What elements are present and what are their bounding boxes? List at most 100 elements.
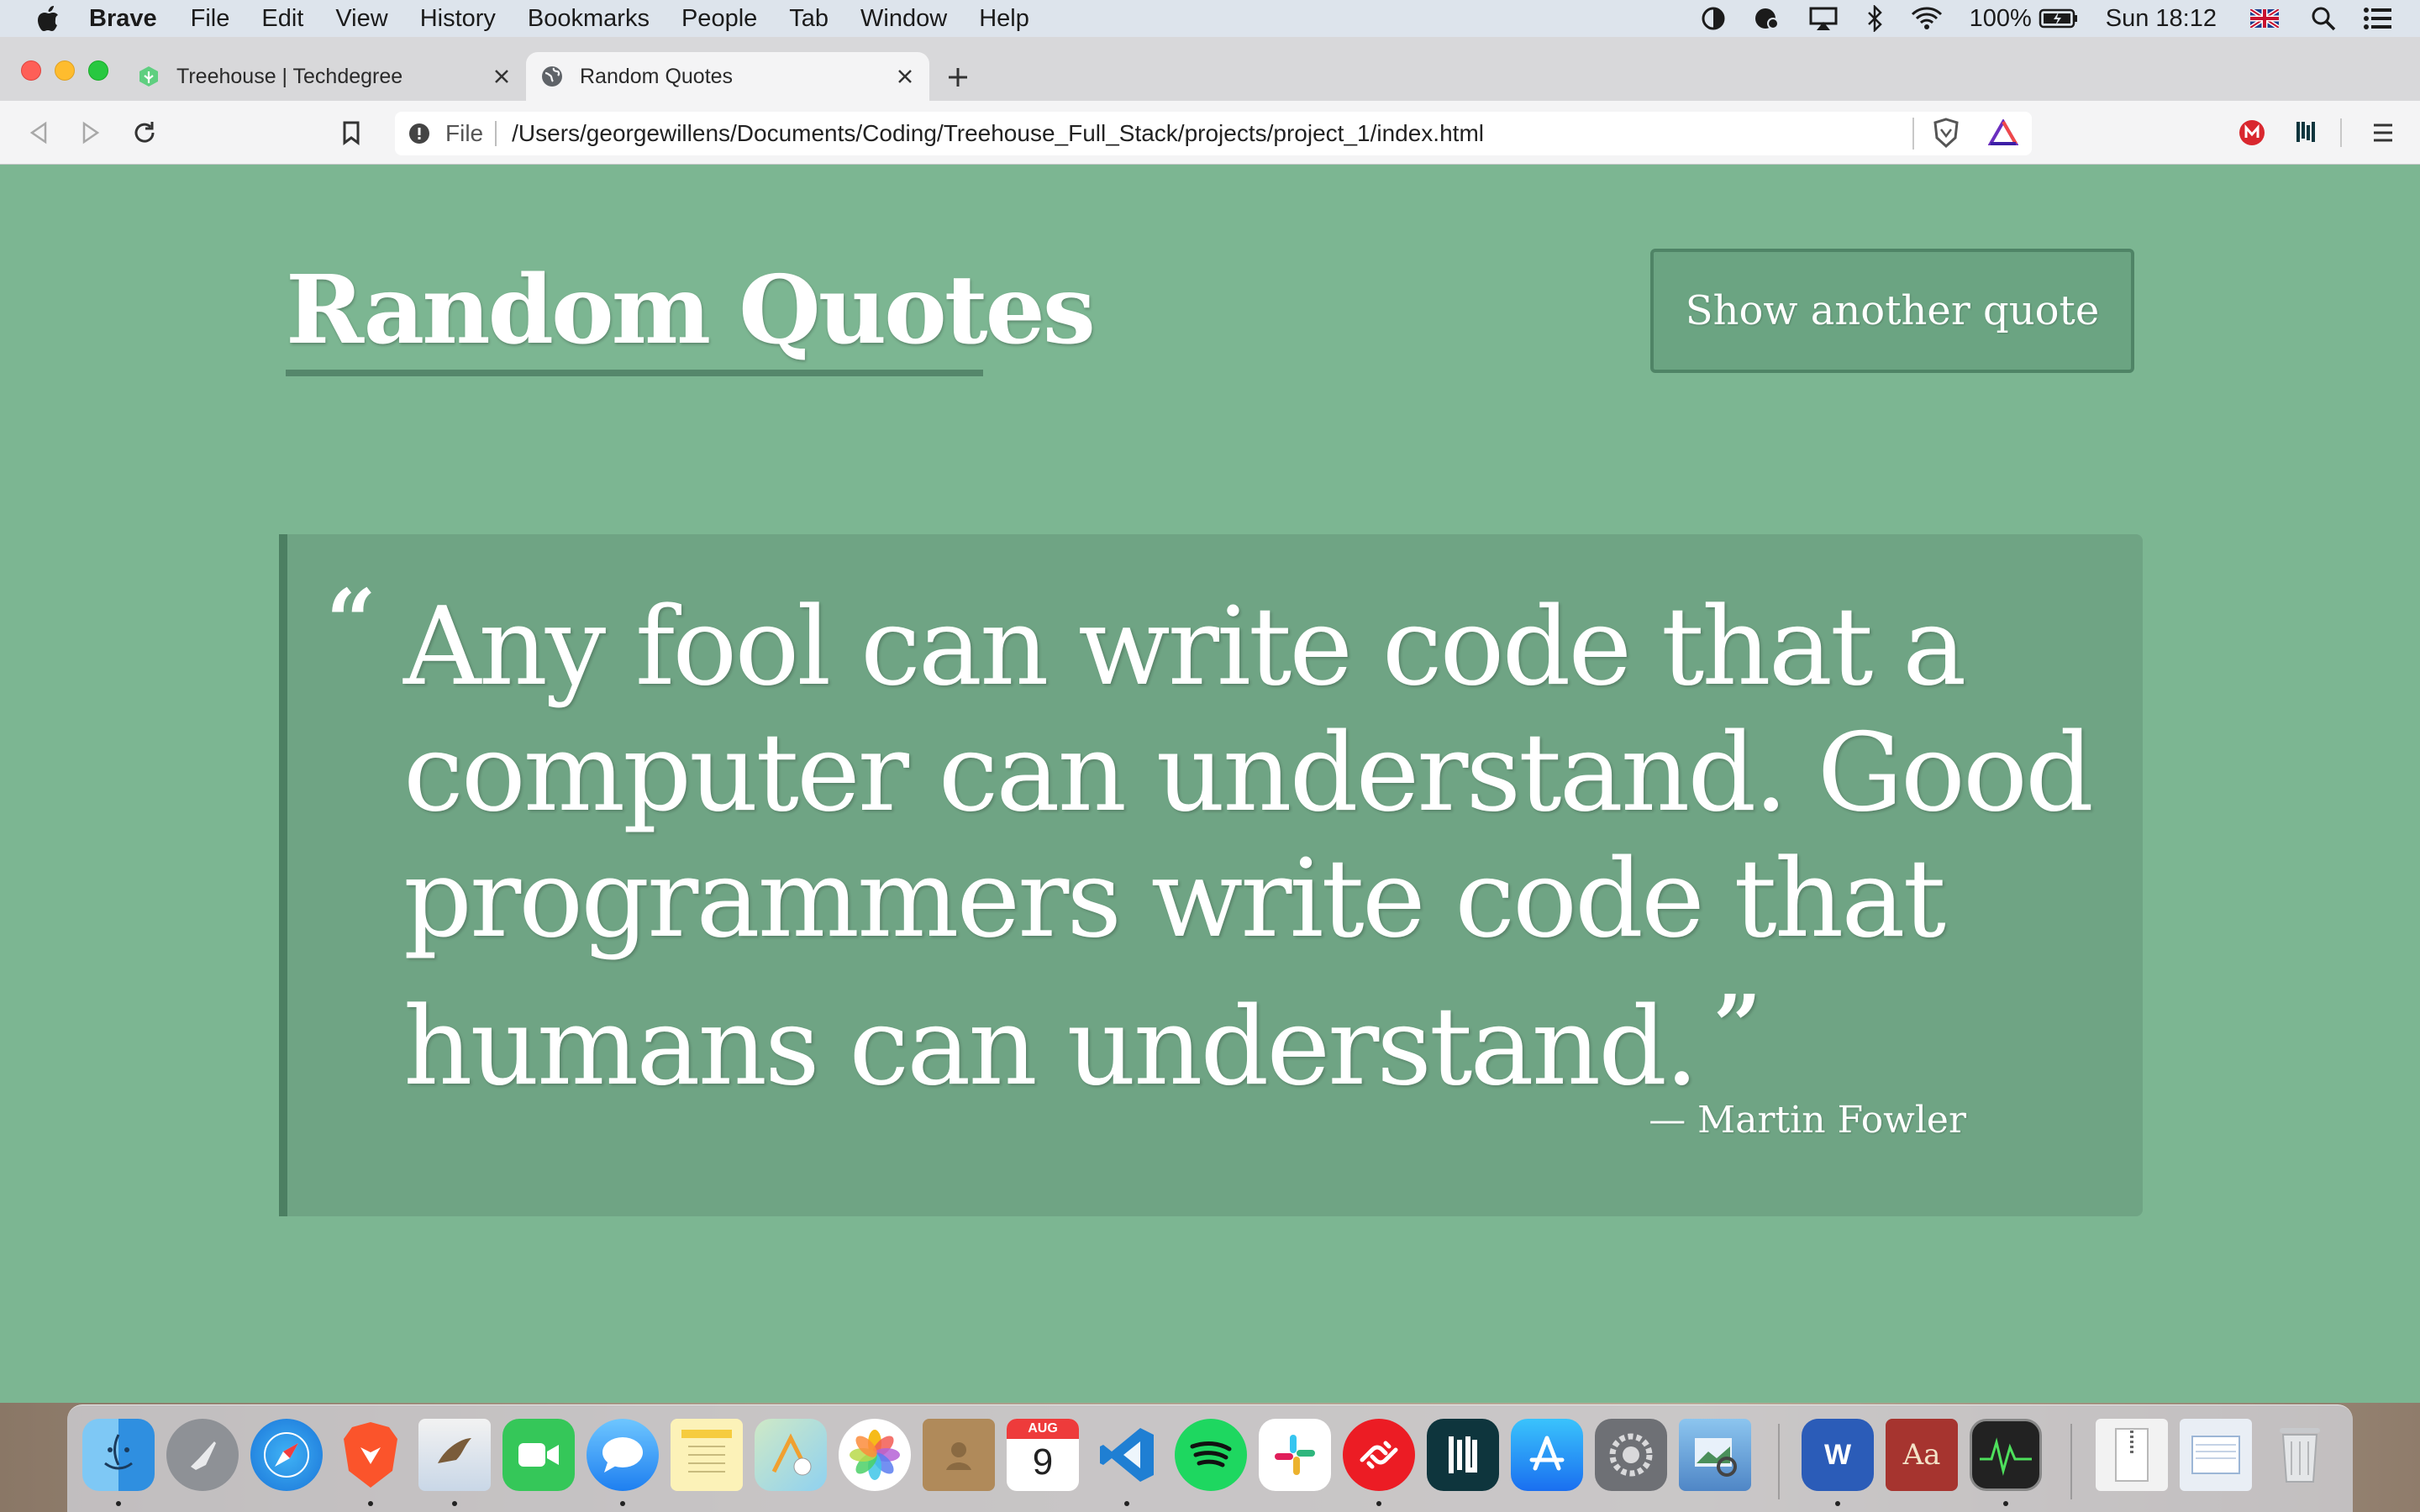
menu-people[interactable]: People — [681, 5, 757, 33]
brave-shields-icon[interactable] — [1929, 116, 1963, 150]
running-indicator — [1835, 1501, 1840, 1506]
dock-separator — [2070, 1424, 2072, 1499]
calendar-icon[interactable]: AUG 9 — [1007, 1419, 1079, 1491]
extension-mega-icon[interactable] — [2235, 116, 2269, 150]
word-icon[interactable]: W — [1802, 1419, 1874, 1491]
spotify-icon[interactable] — [1175, 1419, 1247, 1491]
show-another-quote-button[interactable]: Show another quote — [1650, 249, 2134, 373]
menu-file[interactable]: File — [191, 5, 230, 33]
title-underline — [286, 370, 983, 376]
menu-history[interactable]: History — [420, 5, 496, 33]
finder-icon[interactable] — [82, 1419, 155, 1491]
calendar-month: AUG — [1007, 1419, 1079, 1439]
running-indicator — [116, 1501, 121, 1506]
menu-tab[interactable]: Tab — [789, 5, 829, 33]
globe-favicon-icon — [539, 64, 565, 89]
battery-icon[interactable] — [2039, 8, 2079, 29]
quote-text: Any fool can write code that a computer … — [403, 585, 2094, 1110]
app-store-icon[interactable] — [1511, 1419, 1583, 1491]
menu-edit[interactable]: Edit — [261, 5, 303, 33]
safari-icon[interactable] — [250, 1419, 323, 1491]
tab-random-quotes[interactable]: Random Quotes — [526, 52, 929, 101]
quote-text-block: Any fool can write code that a computer … — [403, 585, 2134, 1110]
dashlane-icon[interactable] — [1427, 1419, 1499, 1491]
window-minimize-button[interactable] — [55, 60, 75, 81]
dictionary-label: Aa — [1902, 1438, 1941, 1472]
running-indicator — [2003, 1501, 2008, 1506]
menu-app-name[interactable]: Brave — [89, 5, 157, 33]
tab-close-icon[interactable] — [892, 64, 918, 89]
quote-author: — Martin Fowler — [1649, 1099, 1966, 1142]
maps-icon[interactable] — [755, 1419, 827, 1491]
calendar-day: 9 — [1032, 1441, 1054, 1483]
menu-bar: Brave File Edit View History Bookmarks P… — [0, 0, 2420, 37]
control-center-icon[interactable] — [2363, 7, 2393, 30]
contacts-icon[interactable] — [923, 1419, 995, 1491]
extension-dashlane-icon[interactable] — [2291, 116, 2324, 150]
spotlight-icon[interactable] — [2311, 6, 2336, 31]
menu-help[interactable]: Help — [979, 5, 1029, 33]
preview-mail-icon[interactable] — [418, 1419, 491, 1491]
toolbar-divider — [1912, 118, 1914, 150]
airplay-icon[interactable] — [1808, 6, 1839, 31]
notes-icon[interactable] — [671, 1419, 743, 1491]
brave-rewards-icon[interactable] — [1986, 116, 2020, 150]
url-text[interactable]: /Users/georgewillens/Documents/Coding/Tr… — [512, 120, 1484, 147]
archive-icon[interactable] — [2096, 1419, 2168, 1491]
forward-icon[interactable] — [74, 116, 108, 150]
page-content: Random Quotes Show another quote “ Any f… — [0, 165, 2420, 1403]
running-indicator — [1376, 1501, 1381, 1506]
menu-window[interactable]: Window — [860, 5, 947, 33]
window-close-button[interactable] — [21, 60, 41, 81]
clock[interactable]: Sun 18:12 — [2106, 5, 2217, 33]
back-icon[interactable] — [22, 116, 55, 150]
photos-icon[interactable] — [839, 1419, 911, 1491]
file-browser-icon[interactable] — [2180, 1419, 2252, 1491]
menu-bookmarks[interactable]: Bookmarks — [528, 5, 650, 33]
launchpad-icon[interactable] — [166, 1419, 239, 1491]
running-indicator — [452, 1501, 457, 1506]
dock: AUG 9 W Aa — [67, 1404, 2353, 1512]
word-label: W — [1823, 1438, 1852, 1471]
treehouse-favicon-icon — [136, 64, 161, 89]
new-tab-icon[interactable] — [943, 62, 973, 92]
bluetooth-icon[interactable] — [1865, 5, 1884, 32]
facetime-icon[interactable] — [502, 1419, 575, 1491]
tab-treehouse[interactable]: Treehouse | Techdegree — [126, 52, 526, 101]
battery-percent[interactable]: 100% — [1970, 5, 2032, 33]
menu-view[interactable]: View — [335, 5, 387, 33]
close-quote-mark: ” — [1712, 976, 1762, 1075]
quote-box: “ Any fool can write code that a compute… — [279, 534, 2143, 1216]
running-indicator — [1124, 1501, 1129, 1506]
tab-close-icon[interactable] — [489, 64, 514, 89]
reload-icon[interactable] — [128, 116, 161, 150]
tab-title: Treehouse | Techdegree — [176, 64, 403, 88]
browser-menu-icon[interactable] — [2366, 116, 2400, 150]
address-bar[interactable]: File /Users/georgewillens/Documents/Codi… — [395, 112, 2032, 155]
window-zoom-button[interactable] — [88, 60, 108, 81]
flag-uk-icon[interactable] — [2250, 9, 2279, 28]
toolbar-divider-icon — [2324, 116, 2358, 150]
slack-icon[interactable] — [1259, 1419, 1331, 1491]
bookmark-icon[interactable] — [334, 116, 368, 150]
creative-cloud-icon[interactable] — [1753, 6, 1781, 31]
preview-icon[interactable] — [1679, 1419, 1751, 1491]
brave-browser-icon[interactable] — [334, 1419, 407, 1491]
trash-icon[interactable] — [2264, 1419, 2336, 1491]
url-separator — [495, 121, 497, 146]
tab-title: Random Quotes — [580, 64, 734, 88]
system-preferences-icon[interactable] — [1595, 1419, 1667, 1491]
dock-separator — [1778, 1424, 1780, 1499]
authy-icon[interactable] — [1343, 1419, 1415, 1491]
running-indicator — [368, 1501, 373, 1506]
activity-monitor-icon[interactable] — [1970, 1419, 2042, 1491]
wifi-icon[interactable] — [1911, 6, 1943, 31]
dark-mode-icon[interactable] — [1701, 6, 1726, 31]
running-indicator — [620, 1501, 625, 1506]
site-info-icon[interactable] — [407, 121, 432, 146]
dictionary-icon[interactable]: Aa — [1886, 1419, 1958, 1491]
apple-menu-icon[interactable] — [34, 3, 62, 34]
vscode-icon[interactable] — [1091, 1419, 1163, 1491]
messages-icon[interactable] — [587, 1419, 659, 1491]
open-quote-mark: “ — [326, 570, 376, 673]
